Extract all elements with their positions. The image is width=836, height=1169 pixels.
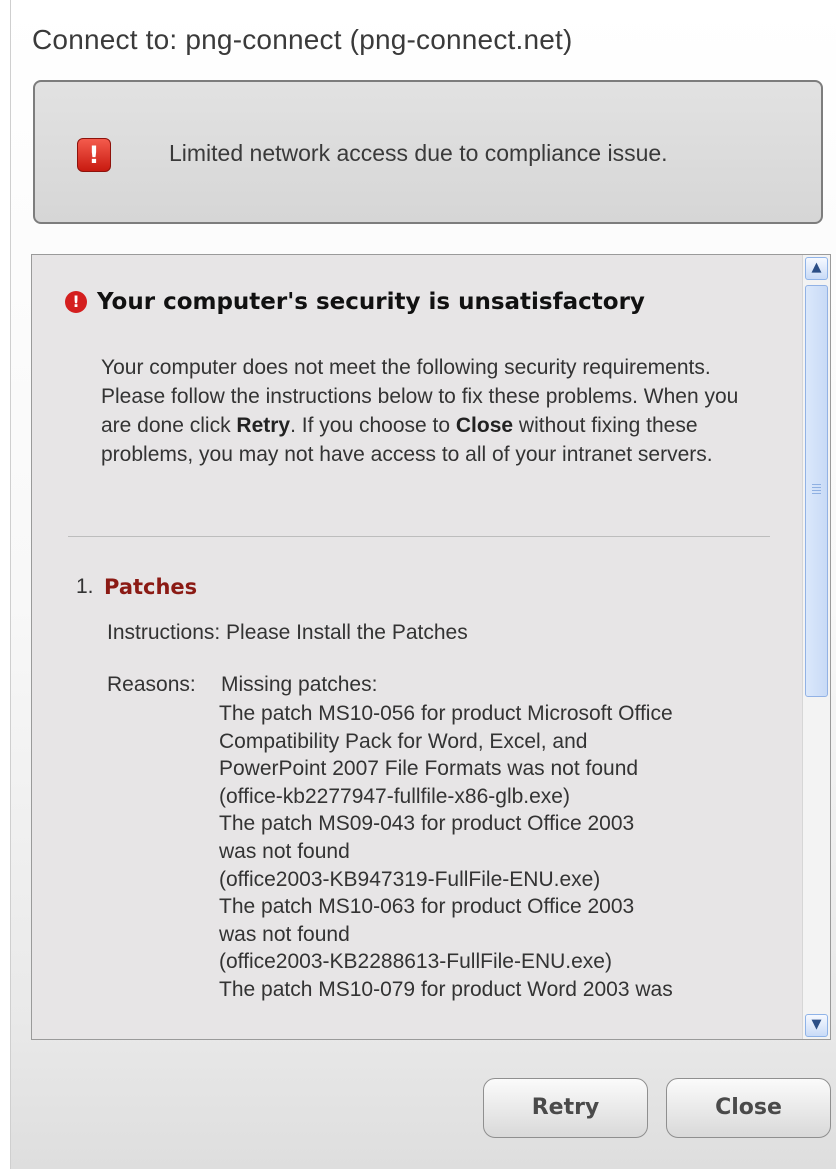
intro-text-2: . If you choose to — [290, 414, 456, 437]
reasons-first-line: Missing patches: — [221, 673, 378, 696]
exclamation-icon: ! — [77, 138, 111, 172]
vertical-scrollbar[interactable]: ▲ ▼ — [802, 255, 830, 1039]
report-heading: ! Your computer's security is unsatisfac… — [65, 289, 645, 315]
report-intro: Your computer does not meet the followin… — [101, 353, 751, 469]
reason-line: PowerPoint 2007 File Formats was not fou… — [219, 757, 639, 781]
reason-line: Compatibility Pack for Word, Excel, and — [219, 729, 588, 753]
reason-line: (office-kb2277947-fullfile-x86-glb.exe) — [219, 784, 570, 808]
item-title-patches: Patches — [104, 575, 198, 599]
reason-line: was not found — [219, 922, 350, 946]
reasons-label: Reasons: — [107, 673, 196, 696]
reason-line: (office2003-KB2288613-FullFile-ENU.exe) — [219, 950, 612, 974]
item-instructions: Instructions: Please Install the Patches — [107, 621, 468, 644]
report-content: ! Your computer's security is unsatisfac… — [32, 255, 802, 1039]
left-edge-strip — [0, 0, 11, 1169]
intro-retry-word: Retry — [236, 414, 291, 437]
item-number: 1. — [76, 575, 94, 598]
reason-line: was not found — [219, 839, 350, 863]
retry-button[interactable]: Retry — [483, 1078, 648, 1138]
grip-icon — [812, 484, 821, 494]
compliance-report-panel: ! Your computer's security is unsatisfac… — [31, 254, 831, 1040]
status-message: Limited network access due to compliance… — [169, 140, 668, 166]
report-heading-text: Your computer's security is unsatisfacto… — [97, 289, 645, 315]
scroll-thumb[interactable] — [805, 285, 828, 697]
reason-line: The patch MS10-063 for product Office 20… — [219, 895, 635, 919]
reason-line: The patch MS09-043 for product Office 20… — [219, 812, 635, 836]
status-box: ! Limited network access due to complian… — [33, 80, 823, 224]
intro-close-word: Close — [455, 414, 514, 437]
reasons-list: The patch MS10-056 for product Microsoft… — [219, 700, 779, 1004]
window-title: Connect to: png-connect (png-connect.net… — [32, 24, 573, 55]
reason-line: (office2003-KB947319-FullFile-ENU.exe) — [219, 867, 601, 891]
warning-icon: ! — [65, 291, 87, 313]
reason-line: The patch MS10-079 for product Word 2003… — [219, 977, 673, 1001]
connect-window: Connect to: png-connect (png-connect.net… — [11, 0, 836, 1169]
scroll-up-button[interactable]: ▲ — [805, 257, 828, 280]
scroll-down-button[interactable]: ▼ — [805, 1014, 828, 1037]
divider — [68, 536, 770, 537]
close-button[interactable]: Close — [666, 1078, 831, 1138]
reason-line: The patch MS10-056 for product Microsoft… — [219, 702, 673, 725]
